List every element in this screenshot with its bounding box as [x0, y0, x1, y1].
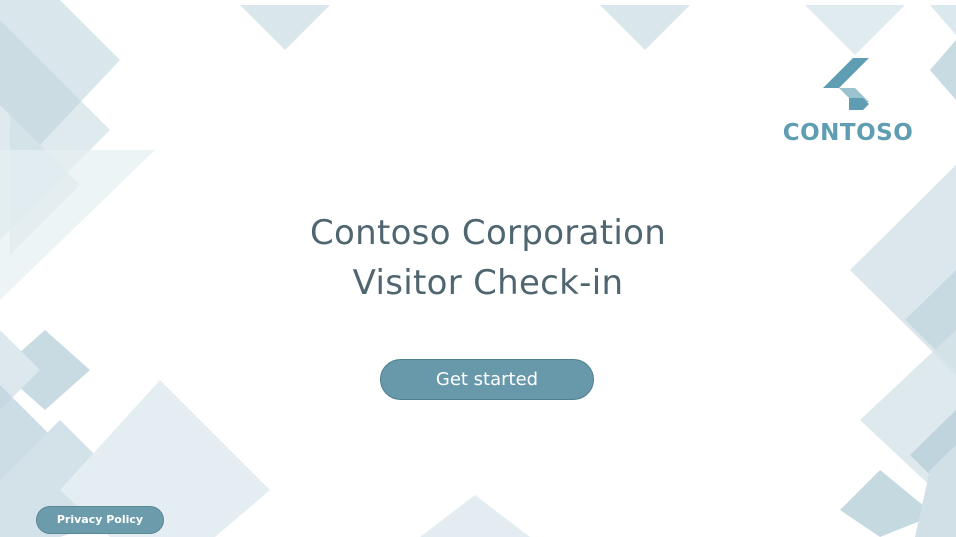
app-screen: CONTOSO Contoso Corporation Visitor Chec… [0, 0, 956, 537]
page-title: Contoso Corporation Visitor Check-in [228, 208, 748, 308]
contoso-logo-text: CONTOSO [782, 120, 914, 146]
get-started-button[interactable]: Get started [380, 359, 594, 400]
privacy-policy-button[interactable]: Privacy Policy [36, 506, 164, 534]
title-line-company: Contoso Corporation [309, 213, 667, 253]
contoso-logo: CONTOSO [778, 58, 918, 158]
title-line-checkin: Visitor Check-in [352, 263, 624, 303]
contoso-logo-icon [823, 58, 869, 110]
